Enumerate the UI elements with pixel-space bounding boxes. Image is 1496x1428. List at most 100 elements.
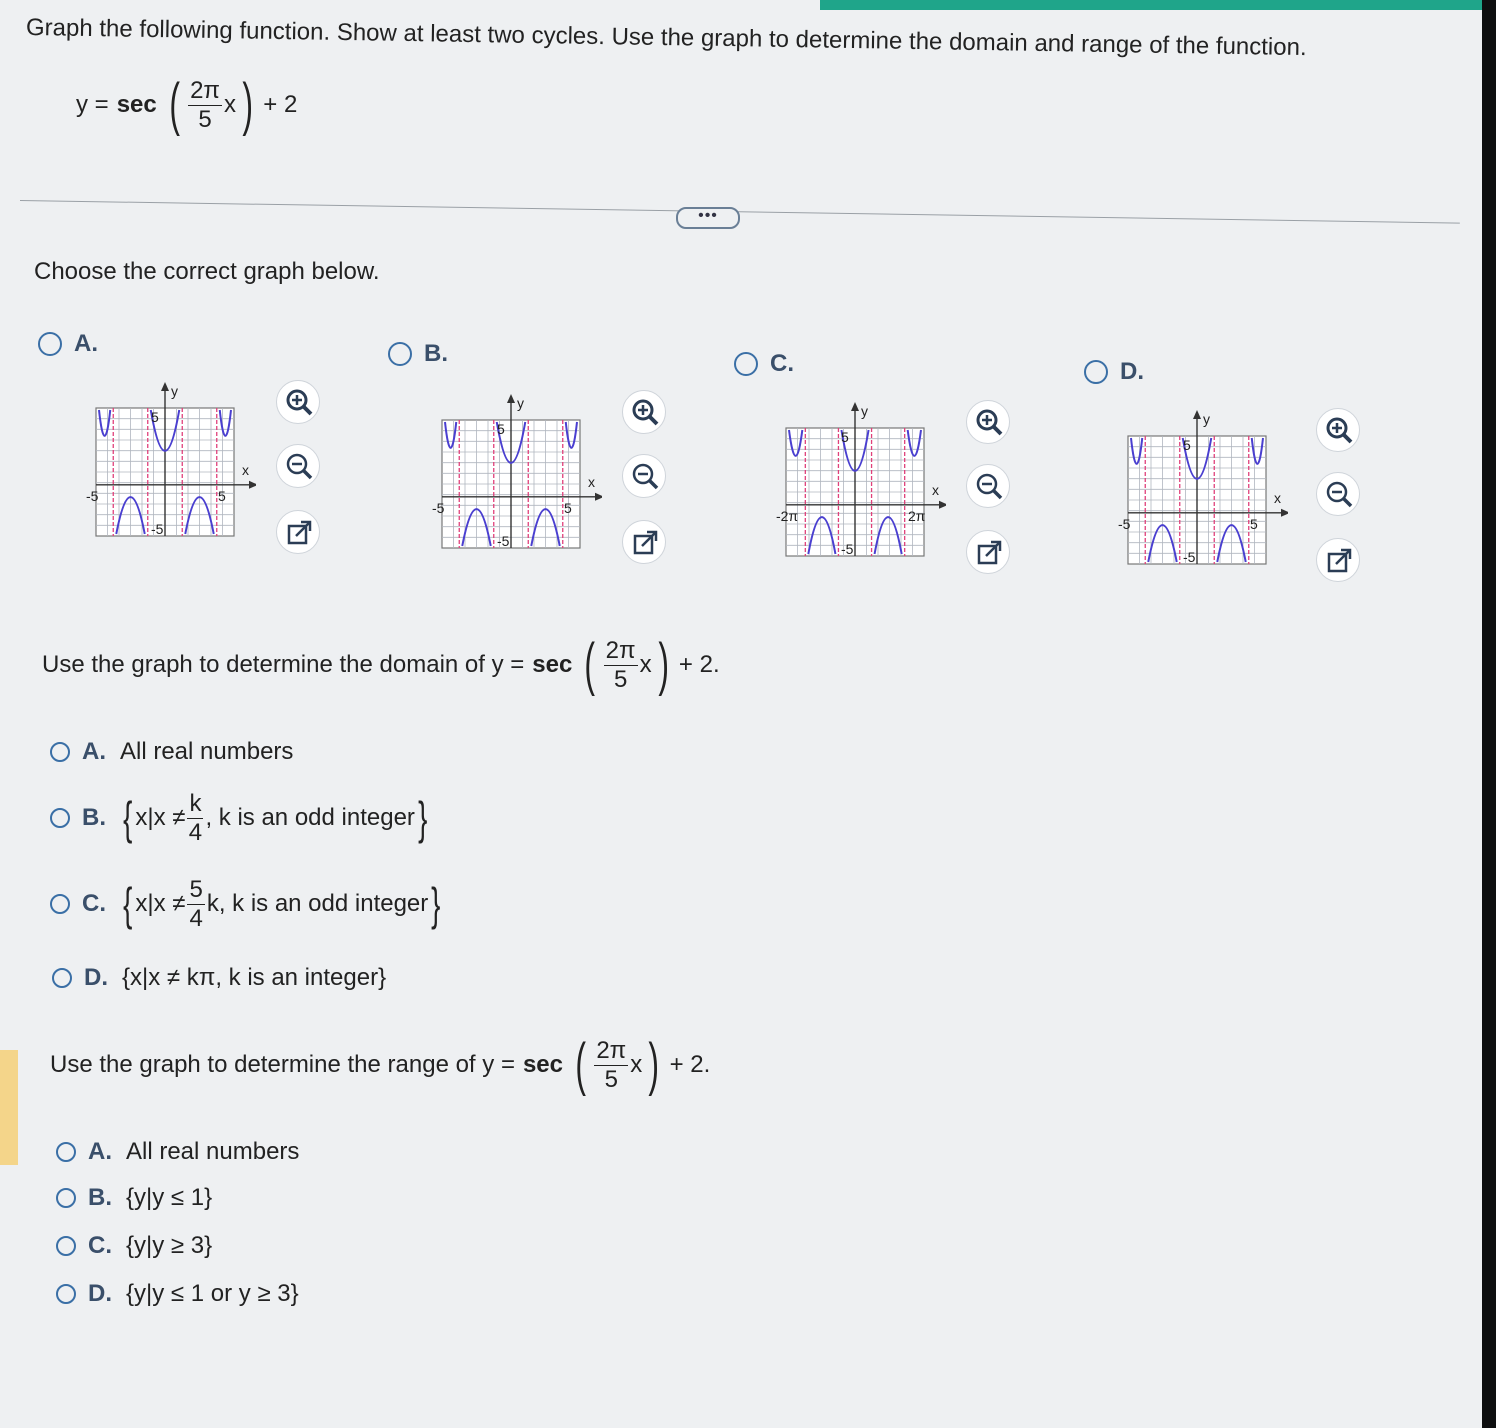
tick-label-right: 5 [564, 500, 572, 516]
tick-label-right: 5 [1250, 516, 1258, 532]
fraction-numerator: 2π [603, 636, 638, 666]
more-button[interactable]: ••• [676, 207, 740, 229]
y-axis-arrow [161, 382, 169, 391]
domain-option-c[interactable]: C. { x|x ≠ 5 4 k, k is an odd integer } [50, 876, 444, 932]
open-paren: ( [169, 72, 180, 137]
range-question-func: sec [522, 1051, 563, 1078]
x-axis-label: x [242, 462, 249, 478]
radio-button[interactable] [56, 1188, 76, 1208]
domain-option-d[interactable]: D. {x|x ≠ kπ, k is an integer} [52, 964, 386, 992]
screen-edge [1482, 0, 1496, 1428]
zoom-in-icon[interactable] [1316, 408, 1360, 452]
option-letter: B. [82, 804, 106, 832]
graph-option-a[interactable]: A. [38, 330, 98, 358]
zoom-in-icon[interactable] [622, 390, 666, 434]
domain-option-a[interactable]: A. All real numbers [50, 738, 293, 766]
option-letter: A. [82, 738, 106, 765]
zoom-out-icon[interactable] [1316, 472, 1360, 516]
graph-option-header[interactable]: B. [388, 340, 448, 368]
zoom-in-icon[interactable] [276, 380, 320, 424]
x-axis-arrow [1281, 508, 1288, 517]
radio-button[interactable] [52, 968, 72, 988]
option-letter: D. [84, 964, 108, 991]
radio-button[interactable] [38, 332, 62, 356]
open-new-window-icon[interactable] [1316, 538, 1360, 582]
tick-label-bottom: -5 [151, 521, 164, 537]
radio-button[interactable] [50, 742, 70, 762]
domain-question-tail: + 2. [678, 651, 720, 678]
zoom-in-icon[interactable] [966, 400, 1010, 444]
radio-button[interactable] [388, 342, 412, 366]
option-letter: A. [88, 1138, 112, 1165]
range-question-fraction: 2π 5 [594, 1037, 629, 1093]
fraction-denominator: 5 [613, 665, 628, 693]
tick-label-top: 5 [841, 429, 849, 445]
fraction-numerator: 5 [187, 876, 205, 905]
y-axis-arrow [507, 394, 515, 403]
zoom-out-icon[interactable] [966, 464, 1010, 508]
domain-option-b[interactable]: B. { x|x ≠ k 4 , k is an odd integer } [50, 790, 430, 846]
option-text: {x|x ≠ kπ, k is an integer} [122, 964, 387, 991]
domain-question-fraction: 2π 5 [603, 636, 638, 693]
tick-label-bottom: -5 [497, 533, 510, 549]
close-paren: ) [648, 1032, 660, 1097]
equation-func: sec [116, 91, 157, 118]
option-letter: B. [88, 1184, 112, 1211]
graph-option-header[interactable]: D. [1084, 358, 1144, 386]
range-option-b[interactable]: B. {y|y ≤ 1} [56, 1184, 212, 1212]
radio-button[interactable] [50, 894, 70, 915]
tick-label-top: 5 [151, 409, 159, 425]
range-option-d[interactable]: D. {y|y ≤ 1 or y ≥ 3} [56, 1280, 299, 1308]
equation: y = sec ( 2π 5 x ) + 2 [76, 76, 297, 134]
y-axis-arrow [1193, 410, 1201, 419]
option-text: All real numbers [120, 738, 294, 765]
radio-button[interactable] [56, 1236, 76, 1256]
range-question-var: x [630, 1051, 643, 1078]
open-new-window-icon[interactable] [622, 520, 666, 564]
radio-button[interactable] [56, 1284, 76, 1304]
tick-label-left: -5 [86, 488, 99, 504]
y-axis-arrow [851, 402, 859, 411]
equation-tail: + 2 [263, 91, 298, 118]
graph-option-c[interactable]: C. [734, 350, 794, 378]
graph-option-d[interactable]: D. [1084, 358, 1144, 386]
open-brace: { [123, 792, 133, 845]
open-new-window-icon[interactable] [276, 510, 320, 554]
fraction-denominator: 5 [604, 1065, 618, 1093]
open-new-window-icon[interactable] [966, 530, 1010, 574]
option-letter: C. [82, 890, 106, 918]
range-option-a[interactable]: A. All real numbers [56, 1138, 299, 1166]
choose-graph-prompt: Choose the correct graph below. [34, 258, 380, 285]
graph-option-b[interactable]: B. [388, 340, 448, 368]
graph-d: yx5-5-5 5 [1118, 410, 1288, 565]
graph-a: yx5-5-5 5 [86, 382, 256, 537]
graph-option-header[interactable]: C. [734, 350, 794, 378]
equation-fraction: 2π 5 [188, 77, 222, 133]
equation-var: x [223, 91, 236, 118]
radio-button[interactable] [50, 808, 70, 829]
radio-button[interactable] [734, 352, 758, 376]
set-builder-start: x|x ≠ [135, 890, 186, 918]
close-brace: } [431, 878, 441, 931]
range-option-c[interactable]: C. {y|y ≥ 3} [56, 1232, 212, 1260]
x-axis-arrow [939, 500, 946, 509]
fraction-numerator: k [187, 790, 204, 819]
equation-lhs: y = [76, 91, 109, 118]
radio-button[interactable] [56, 1142, 76, 1162]
tick-label-left: -5 [1118, 516, 1131, 532]
fraction-denominator: 5 [198, 105, 212, 133]
set-builder-start: x|x ≠ [135, 804, 186, 832]
domain-question-var: x [639, 651, 652, 678]
tick-label-top: 5 [497, 421, 505, 437]
option-text: {y|y ≤ 1} [126, 1184, 213, 1211]
graph-option-header[interactable]: A. [38, 330, 98, 358]
x-axis-label: x [588, 474, 595, 490]
zoom-out-icon[interactable] [276, 444, 320, 488]
tick-label-left: -5 [432, 500, 445, 516]
radio-button[interactable] [1084, 360, 1108, 384]
zoom-out-icon[interactable] [622, 454, 666, 498]
domain-question-text: Use the graph to determine the domain of… [42, 651, 525, 678]
close-paren: ) [657, 632, 669, 697]
option-letter: D. [88, 1280, 112, 1307]
option-letter: C. [88, 1232, 112, 1259]
